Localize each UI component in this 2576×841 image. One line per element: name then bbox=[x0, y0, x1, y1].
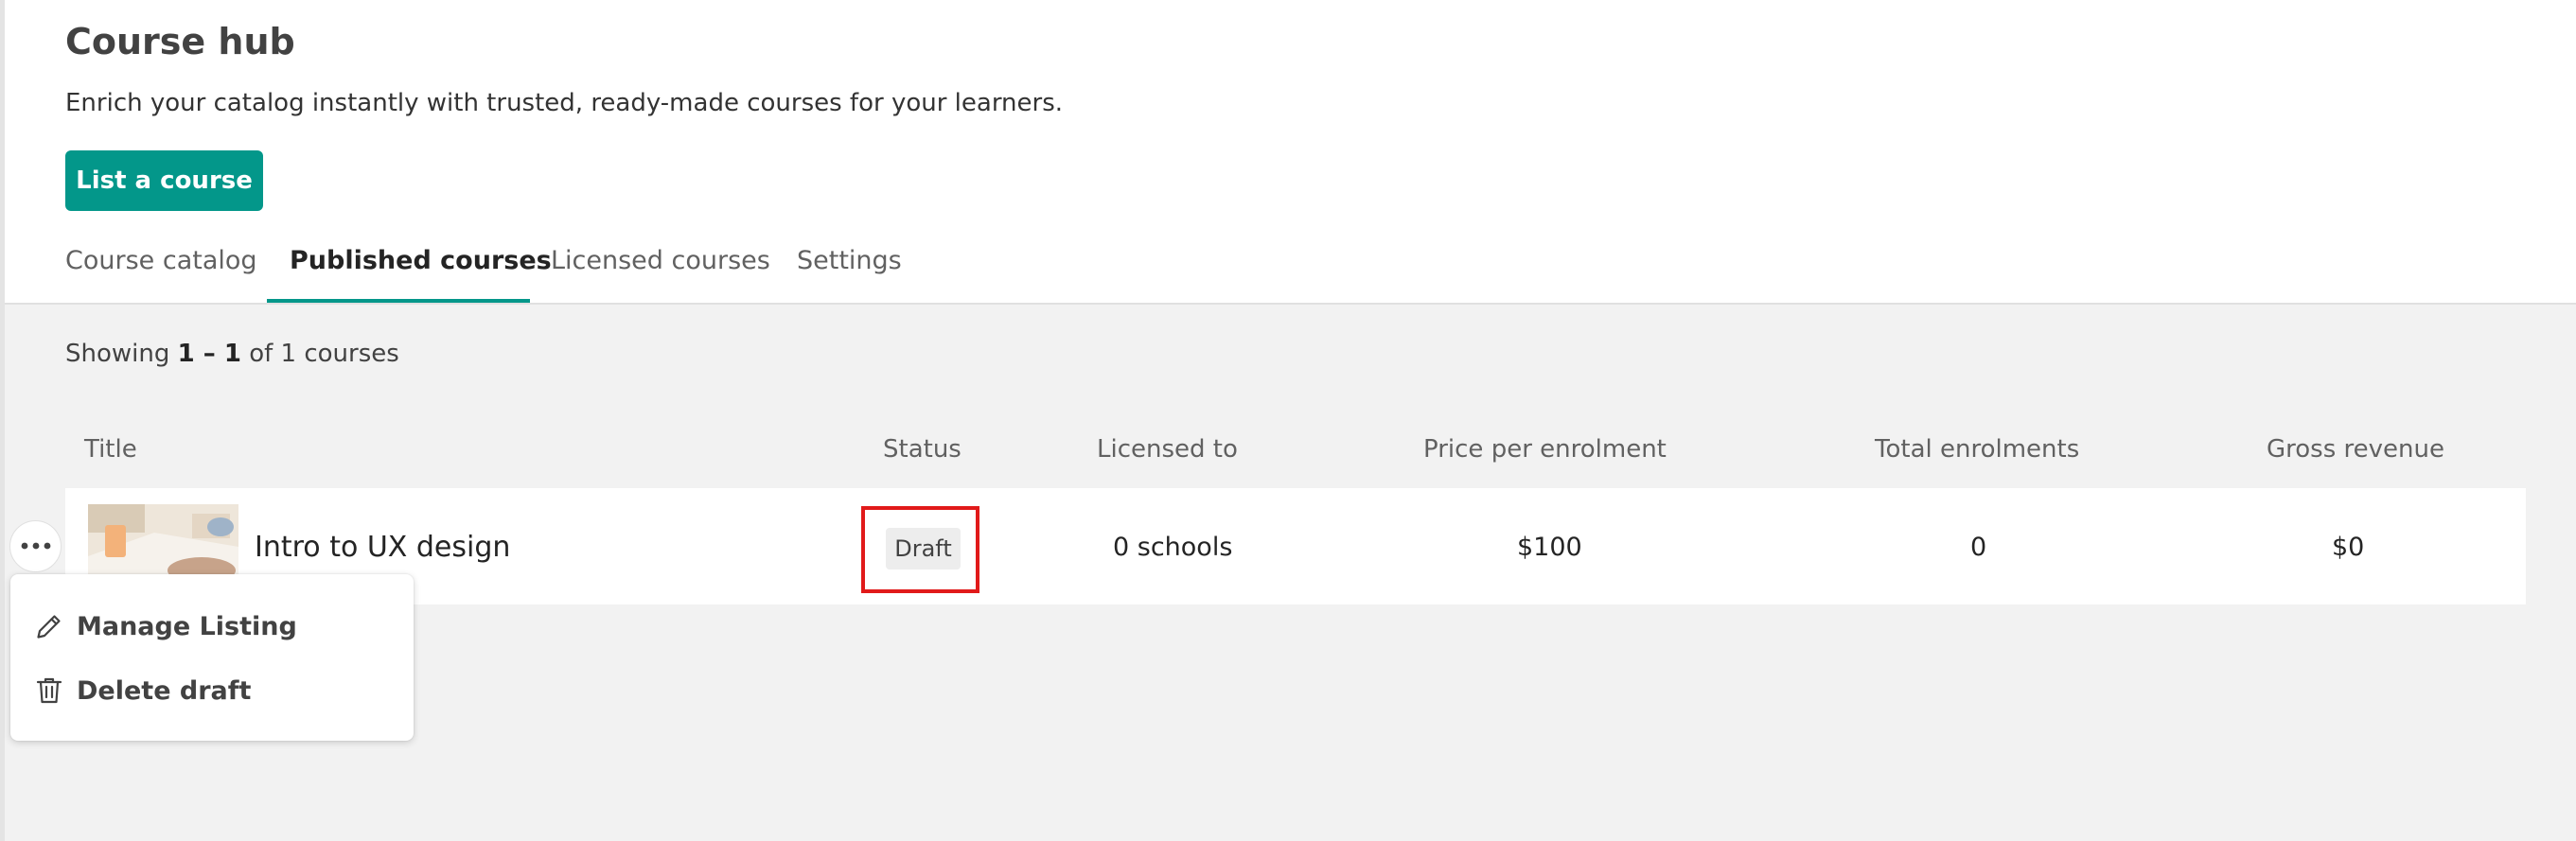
active-tab-indicator bbox=[267, 299, 530, 303]
column-header-status[interactable]: Status bbox=[883, 435, 962, 464]
column-header-total-enrolments[interactable]: Total enrolments bbox=[1875, 435, 2079, 464]
column-header-gross-revenue[interactable]: Gross revenue bbox=[2267, 435, 2444, 464]
tab-course-catalog[interactable]: Course catalog bbox=[65, 246, 257, 275]
total-enrolments-cell: 0 bbox=[1970, 533, 1987, 562]
status-badge: Draft bbox=[886, 528, 961, 569]
page-title: Course hub bbox=[65, 21, 295, 62]
row-more-options-button[interactable] bbox=[9, 520, 62, 572]
tab-bar: Course catalog Published courses License… bbox=[5, 233, 2576, 305]
results-suffix: of 1 courses bbox=[249, 340, 399, 368]
row-context-menu: Manage Listing Delete draft bbox=[10, 574, 414, 741]
delete-draft-label: Delete draft bbox=[77, 675, 252, 706]
tab-published-courses[interactable]: Published courses bbox=[290, 246, 552, 275]
results-count: Showing 1 – 1 of 1 courses bbox=[65, 340, 399, 368]
column-header-title[interactable]: Title bbox=[84, 435, 137, 464]
tab-licensed-courses[interactable]: Licensed courses bbox=[551, 246, 770, 275]
price-per-enrolment-cell: $100 bbox=[1517, 533, 1582, 562]
pencil-icon bbox=[33, 610, 65, 642]
licensed-to-cell: 0 schools bbox=[1113, 533, 1233, 562]
trash-icon bbox=[33, 675, 65, 707]
list-a-course-button[interactable]: List a course bbox=[65, 150, 263, 211]
column-header-price-per-enrolment[interactable]: Price per enrolment bbox=[1423, 435, 1667, 464]
more-horizontal-icon bbox=[20, 539, 52, 553]
manage-listing-menu-item[interactable]: Manage Listing bbox=[33, 599, 402, 654]
results-range: 1 – 1 bbox=[177, 340, 241, 368]
page-header: Course hub Enrich your catalog instantly… bbox=[5, 0, 2576, 305]
manage-listing-label: Manage Listing bbox=[77, 611, 297, 641]
tab-settings[interactable]: Settings bbox=[797, 246, 902, 275]
column-header-licensed-to[interactable]: Licensed to bbox=[1097, 435, 1238, 464]
gross-revenue-cell: $0 bbox=[2332, 533, 2365, 562]
course-title[interactable]: Intro to UX design bbox=[255, 531, 510, 564]
results-prefix: Showing bbox=[65, 340, 170, 368]
page-subtitle: Enrich your catalog instantly with trust… bbox=[65, 89, 1064, 117]
delete-draft-menu-item[interactable]: Delete draft bbox=[33, 663, 402, 718]
